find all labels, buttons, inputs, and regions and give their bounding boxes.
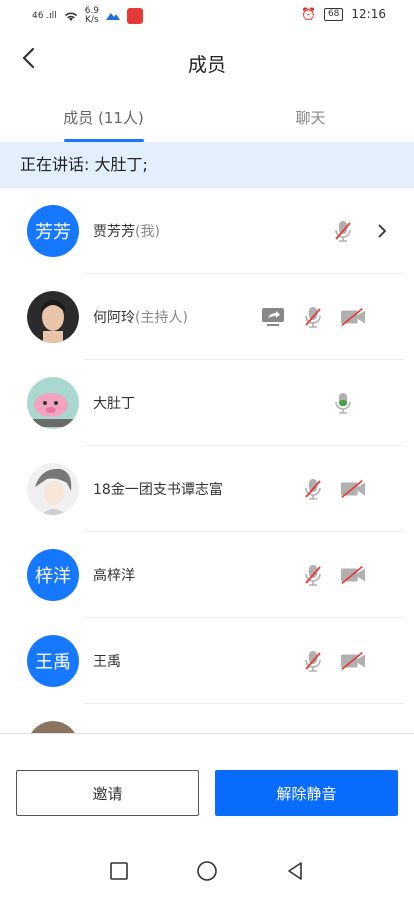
mic-muted-icon[interactable] bbox=[300, 304, 326, 330]
member-name: 何阿玲(主持人) bbox=[93, 307, 188, 327]
avatar bbox=[27, 291, 79, 343]
avatar bbox=[27, 721, 79, 733]
avatar-photo bbox=[27, 377, 79, 429]
network-speed: 6.9 K/s bbox=[85, 7, 99, 25]
clock: 12:16 bbox=[351, 7, 386, 21]
member-icons bbox=[330, 390, 356, 416]
home-circle-icon[interactable] bbox=[195, 859, 219, 883]
member-name-text: 贾芳芳 bbox=[93, 224, 135, 240]
avatar-photo bbox=[31, 721, 75, 733]
wifi-icon bbox=[64, 12, 77, 21]
status-left: 46 .ıll 6.9 K/s bbox=[32, 7, 144, 25]
member-icons bbox=[300, 476, 366, 502]
avatar: 王禹 bbox=[27, 635, 79, 687]
status-right: ⏰ 68 12:16 bbox=[301, 7, 386, 21]
member-name: 高梓洋 bbox=[93, 565, 135, 585]
member-row[interactable]: 18金一团支书谭志富 bbox=[0, 446, 414, 532]
camera-off-icon[interactable] bbox=[340, 648, 366, 674]
tab-chat[interactable]: 聊天 bbox=[207, 96, 414, 142]
member-row[interactable]: 梓洋 高梓洋 bbox=[0, 532, 414, 618]
tab-bar: 成员 (11人) 聊天 bbox=[0, 96, 414, 142]
member-name: 大肚丁 bbox=[93, 393, 135, 413]
invite-button[interactable]: 邀请 bbox=[16, 770, 199, 816]
unmute-button[interactable]: 解除静音 bbox=[215, 770, 398, 816]
back-triangle-icon[interactable] bbox=[283, 859, 307, 883]
status-bar: 46 .ıll 6.9 K/s ⏰ 68 12:16 bbox=[0, 0, 414, 30]
avatar-photo bbox=[27, 291, 79, 343]
member-name-text: 王禹 bbox=[93, 654, 121, 670]
app-notification-icon bbox=[106, 13, 121, 20]
member-name-text: 何阿玲 bbox=[93, 310, 135, 326]
member-row[interactable]: 大肚丁 bbox=[0, 360, 414, 446]
mic-muted-icon[interactable] bbox=[330, 218, 356, 244]
member-name: 贾芳芳(我) bbox=[93, 221, 160, 241]
page: 46 .ıll 6.9 K/s ⏰ 68 12:16 成员 成员 (11人) 聊天… bbox=[0, 0, 414, 897]
speed-unit: K/s bbox=[85, 15, 99, 25]
member-icons bbox=[300, 562, 366, 588]
member-icons bbox=[260, 304, 366, 330]
mic-muted-icon[interactable] bbox=[300, 562, 326, 588]
chevron-right-icon[interactable] bbox=[374, 221, 390, 241]
member-icons bbox=[330, 218, 356, 244]
recents-square-icon[interactable] bbox=[107, 859, 131, 883]
member-name-text: 高梓洋 bbox=[93, 568, 135, 584]
signal-icon: 46 .ıll bbox=[32, 10, 57, 21]
avatar: 芳芳 bbox=[27, 205, 79, 257]
mic-muted-icon[interactable] bbox=[300, 648, 326, 674]
mic-muted-icon[interactable] bbox=[300, 476, 326, 502]
action-bar: 邀请 解除静音 bbox=[0, 734, 414, 844]
screen-share-icon[interactable] bbox=[260, 304, 286, 330]
member-row[interactable]: 芳芳 贾芳芳(我) bbox=[0, 188, 414, 274]
avatar bbox=[27, 463, 79, 515]
header: 成员 bbox=[0, 30, 414, 96]
page-title: 成员 bbox=[187, 54, 226, 76]
member-row[interactable] bbox=[0, 704, 414, 733]
member-role: (主持人) bbox=[135, 310, 188, 326]
member-list: 芳芳 贾芳芳(我) 何阿玲(主持人) 大肚丁 18金一团支书谭志富 梓洋 高梓洋… bbox=[0, 188, 414, 733]
system-nav-bar bbox=[0, 844, 414, 897]
alarm-icon: ⏰ bbox=[301, 7, 316, 21]
member-name-text: 18金一团支书谭志富 bbox=[93, 482, 223, 498]
tab-members[interactable]: 成员 (11人) bbox=[0, 96, 207, 142]
member-row[interactable]: 何阿玲(主持人) bbox=[0, 274, 414, 360]
recording-notification-icon bbox=[127, 8, 144, 24]
member-icons bbox=[300, 648, 366, 674]
avatar-photo bbox=[27, 463, 79, 515]
member-name-text: 大肚丁 bbox=[93, 396, 135, 412]
camera-off-icon[interactable] bbox=[340, 476, 366, 502]
speaking-banner: 正在讲话: 大肚丁; bbox=[0, 142, 414, 188]
camera-off-icon[interactable] bbox=[340, 304, 366, 330]
camera-off-icon[interactable] bbox=[340, 562, 366, 588]
member-role: (我) bbox=[135, 224, 160, 240]
member-name: 王禹 bbox=[93, 651, 121, 671]
avatar bbox=[27, 377, 79, 429]
member-row[interactable]: 王禹 王禹 bbox=[0, 618, 414, 704]
avatar: 梓洋 bbox=[27, 549, 79, 601]
mic-active-icon[interactable] bbox=[330, 390, 356, 416]
battery-indicator: 68 bbox=[323, 7, 344, 21]
member-name: 18金一团支书谭志富 bbox=[93, 479, 223, 499]
